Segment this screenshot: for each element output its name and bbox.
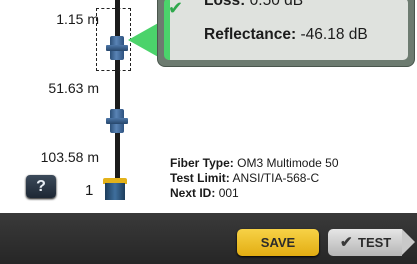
fiber-type-value: OM3 Multimode 50 bbox=[237, 156, 339, 170]
test-button[interactable]: ✔ TEST bbox=[328, 229, 415, 256]
check-icon: ✔ bbox=[168, 0, 184, 18]
distance-label-2: 51.63 m bbox=[48, 80, 99, 96]
help-button[interactable]: ? bbox=[26, 175, 56, 198]
next-id-value: 001 bbox=[218, 186, 239, 200]
test-limit-label: Test Limit: bbox=[170, 171, 230, 185]
test-limit-value: ANSI/TIA-568-C bbox=[232, 171, 320, 185]
callout-pointer bbox=[128, 22, 160, 58]
save-button[interactable]: SAVE bbox=[237, 229, 319, 256]
loss-label: Loss: bbox=[204, 0, 246, 9]
help-icon: ? bbox=[36, 178, 46, 195]
connector-event-2[interactable] bbox=[106, 107, 128, 135]
fiber-type-label: Fiber Type: bbox=[170, 156, 234, 170]
test-button-arrow bbox=[402, 229, 415, 255]
test-button-label: TEST bbox=[358, 235, 392, 250]
check-icon: ✔ bbox=[340, 234, 353, 251]
fiber-type-line: Fiber Type: OM3 Multimode 50 bbox=[170, 156, 339, 170]
reflectance-value: -46.18 dB bbox=[300, 26, 368, 43]
loss-line: Loss: 0.50 dB bbox=[204, 0, 303, 10]
end-connector-body bbox=[105, 183, 125, 200]
connector-flange bbox=[106, 118, 128, 124]
end-connector[interactable] bbox=[103, 178, 127, 200]
reflectance-label: Reflectance: bbox=[204, 26, 297, 43]
loss-value: 0.50 dB bbox=[249, 0, 304, 9]
test-limit-line: Test Limit: ANSI/TIA-568-C bbox=[170, 171, 319, 185]
distance-label-1: 1.15 m bbox=[56, 11, 99, 27]
event-callout: Loss: 0.50 dB Reflectance: -46.18 dB bbox=[158, 0, 414, 66]
reflectance-line: Reflectance: -46.18 dB bbox=[204, 26, 368, 44]
next-id-label: Next ID: bbox=[170, 186, 216, 200]
connector-flange bbox=[106, 45, 128, 51]
distance-label-3: 103.58 m bbox=[40, 149, 99, 165]
next-id-line: Next ID: 001 bbox=[170, 186, 239, 200]
end-point-number: 1 bbox=[85, 182, 94, 199]
connector-event-1[interactable] bbox=[106, 34, 128, 62]
